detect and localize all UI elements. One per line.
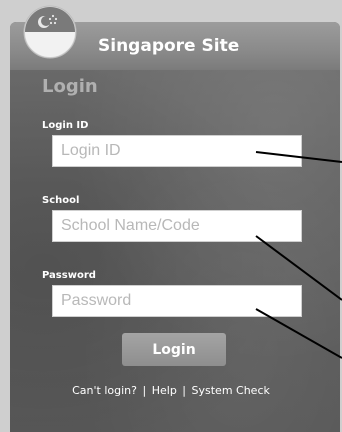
- password-input[interactable]: [52, 285, 302, 317]
- login-id-input[interactable]: [52, 135, 302, 167]
- footer-separator: |: [142, 384, 147, 397]
- login-button[interactable]: Login: [122, 333, 226, 366]
- login-id-label: Login ID: [42, 120, 89, 131]
- cant-login-link[interactable]: Can't login?: [72, 384, 137, 397]
- footer-separator: |: [182, 384, 187, 397]
- singapore-flag-icon: [23, 5, 77, 59]
- footer-links: Can't login? | Help | System Check: [0, 384, 342, 397]
- school-label: School: [42, 195, 80, 206]
- system-check-link[interactable]: System Check: [192, 384, 270, 397]
- school-input[interactable]: [52, 210, 302, 242]
- login-heading: Login: [42, 76, 98, 97]
- help-link[interactable]: Help: [152, 384, 177, 397]
- password-label: Password: [42, 270, 96, 281]
- site-title: Singapore Site: [98, 36, 240, 56]
